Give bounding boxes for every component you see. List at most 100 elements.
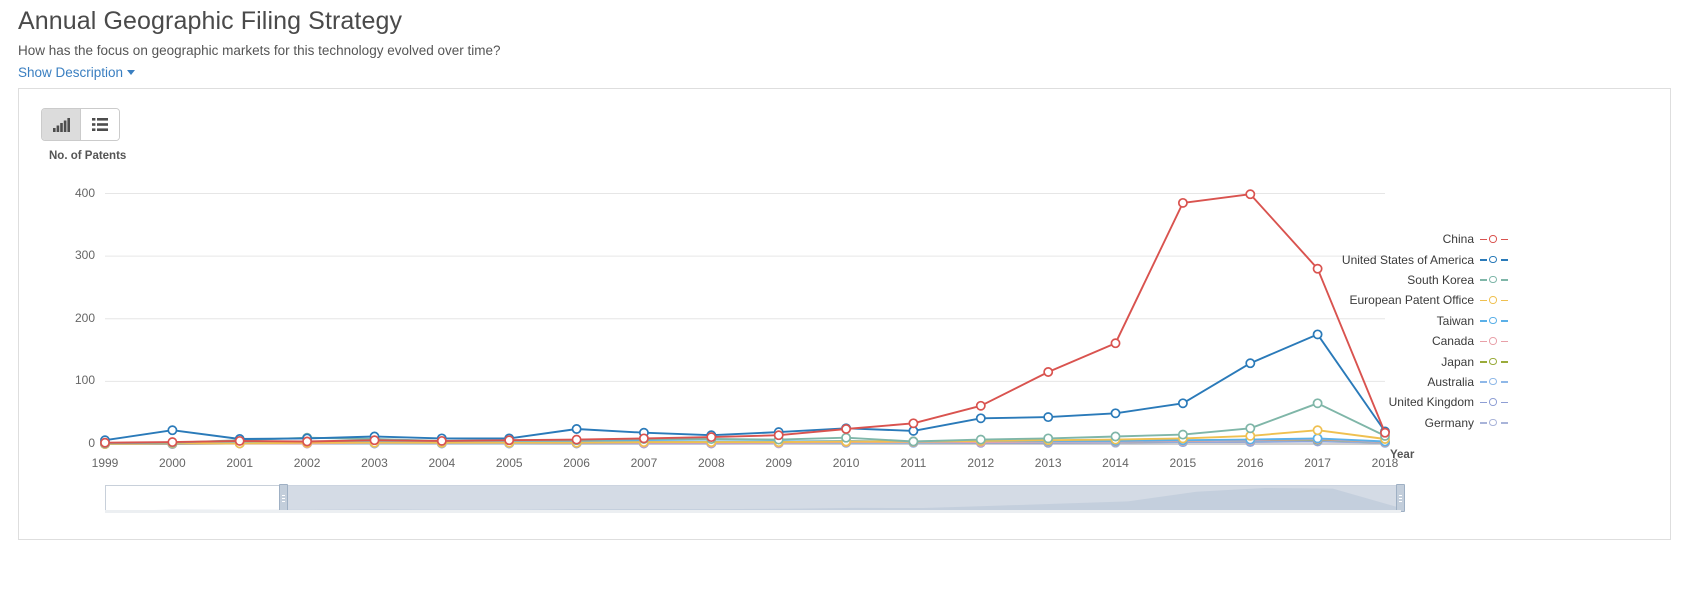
data-point[interactable] [773, 430, 784, 441]
legend-marker-icon [1480, 335, 1508, 347]
x-tick-label: 2011 [900, 456, 927, 470]
legend-item[interactable]: United Kingdom [1178, 392, 1508, 412]
data-point[interactable] [975, 434, 986, 445]
chart-page: Annual Geographic Filing Strategy How ha… [0, 0, 1691, 601]
x-tick-label: 2006 [563, 456, 590, 470]
data-point[interactable] [504, 435, 515, 446]
x-tick-label: 2017 [1304, 456, 1331, 470]
data-point[interactable] [369, 435, 380, 446]
show-description-row: Show Description [18, 59, 1658, 82]
data-point[interactable] [1312, 433, 1323, 444]
data-point[interactable] [1110, 408, 1121, 419]
y-tick-label: 300 [74, 248, 95, 263]
page-header: Annual Geographic Filing Strategy How ha… [18, 6, 1658, 82]
data-point[interactable] [975, 400, 986, 411]
chevron-down-icon [127, 70, 136, 75]
data-point[interactable] [1043, 367, 1054, 377]
legend-item-label: European Patent Office [1349, 293, 1474, 308]
chart-panel: No. of Patents Year 0 100 200 300 400 1999 20… [18, 88, 1671, 540]
legend-marker-icon [1480, 254, 1508, 266]
data-point[interactable] [167, 425, 178, 436]
x-tick-label: 2005 [495, 456, 523, 470]
legend-item[interactable]: United States of America [1178, 249, 1508, 269]
x-tick-label: 2008 [697, 456, 725, 470]
show-description-label: Show Description [18, 65, 124, 80]
legend-marker-icon [1480, 294, 1508, 306]
legend-item-label: United States of America [1341, 252, 1474, 267]
chart-legend: China United States of America South Korea… [1178, 229, 1508, 433]
legend-marker-icon [1480, 396, 1508, 408]
legend-marker-icon [1480, 356, 1508, 368]
data-point[interactable] [706, 432, 717, 443]
x-tick-label: 2016 [1236, 456, 1264, 470]
data-point[interactable] [100, 437, 110, 448]
legend-marker-icon [1480, 315, 1508, 327]
x-tick-label: 2007 [630, 456, 658, 470]
legend-item[interactable]: Japan [1178, 351, 1508, 371]
legend-item-label: Taiwan [1436, 313, 1474, 328]
data-point[interactable] [234, 435, 245, 446]
show-description-link[interactable]: Show Description [18, 65, 136, 80]
legend-item-label: Canada [1431, 334, 1474, 349]
data-point[interactable] [1043, 412, 1054, 423]
page-title: Annual Geographic Filing Strategy [18, 7, 403, 35]
sparkline-area [105, 488, 1401, 511]
range-slider-baseline [105, 510, 1401, 513]
range-handle-right[interactable] [1396, 484, 1405, 512]
data-point[interactable] [167, 437, 178, 448]
x-tick-label: 2013 [1034, 456, 1062, 470]
data-point[interactable] [908, 436, 919, 447]
x-tick-label: 2003 [361, 456, 388, 470]
legend-marker-icon [1480, 233, 1508, 245]
legend-marker-icon [1480, 274, 1508, 286]
x-tick-label: 2004 [428, 456, 456, 470]
x-tick-label: 2010 [832, 456, 860, 470]
legend-item[interactable]: South Korea [1178, 270, 1508, 290]
data-point[interactable] [841, 424, 852, 434]
x-tick-label: 2014 [1102, 456, 1129, 470]
x-tick-label: 2018 [1371, 456, 1399, 470]
y-tick-label: 100 [74, 373, 95, 388]
range-handle-left[interactable] [279, 484, 288, 512]
data-point[interactable] [841, 432, 852, 443]
data-point[interactable] [908, 418, 919, 429]
legend-item[interactable]: Australia [1178, 372, 1508, 392]
data-point[interactable] [638, 433, 649, 444]
data-point[interactable] [571, 424, 582, 434]
page-subtitle: How has the focus on geographic markets … [18, 43, 501, 58]
data-point[interactable] [1043, 433, 1054, 444]
range-slider-sparkline [105, 488, 1401, 511]
data-point[interactable] [571, 434, 582, 445]
data-point[interactable] [302, 436, 313, 447]
x-tick-label: 1999 [91, 456, 119, 470]
data-point[interactable] [1110, 431, 1121, 442]
legend-item[interactable]: European Patent Office [1178, 290, 1508, 310]
legend-item-label: South Korea [1407, 272, 1474, 287]
legend-marker-icon [1480, 417, 1508, 429]
legend-item-label: China [1442, 232, 1474, 247]
legend-item[interactable]: Germany [1178, 413, 1508, 433]
legend-marker-icon [1480, 376, 1508, 388]
legend-item[interactable]: Taiwan [1178, 311, 1508, 331]
y-tick-label: 400 [74, 185, 95, 200]
x-tick-label: 2001 [226, 456, 254, 470]
legend-item-label: United Kingdom [1388, 395, 1474, 410]
data-point[interactable] [1177, 197, 1188, 208]
data-point[interactable] [436, 435, 447, 446]
legend-item-label: Germany [1424, 415, 1474, 430]
x-tick-label: 2009 [765, 456, 793, 470]
data-point[interactable] [1245, 189, 1256, 200]
data-point[interactable] [975, 413, 986, 424]
legend-item[interactable]: Canada [1178, 331, 1508, 351]
legend-item-label: Japan [1441, 354, 1474, 369]
x-tick-label: 2000 [159, 456, 186, 470]
x-tick-label: 2012 [967, 456, 995, 470]
y-tick-label: 0 [88, 436, 95, 450]
x-tick-label: 2002 [293, 456, 321, 470]
range-slider[interactable] [105, 484, 1405, 513]
data-point[interactable] [1110, 338, 1121, 349]
x-tick-label: 2015 [1169, 456, 1197, 470]
legend-item[interactable]: China [1178, 229, 1508, 249]
y-tick-label: 200 [74, 310, 95, 325]
legend-item-label: Australia [1427, 374, 1474, 389]
